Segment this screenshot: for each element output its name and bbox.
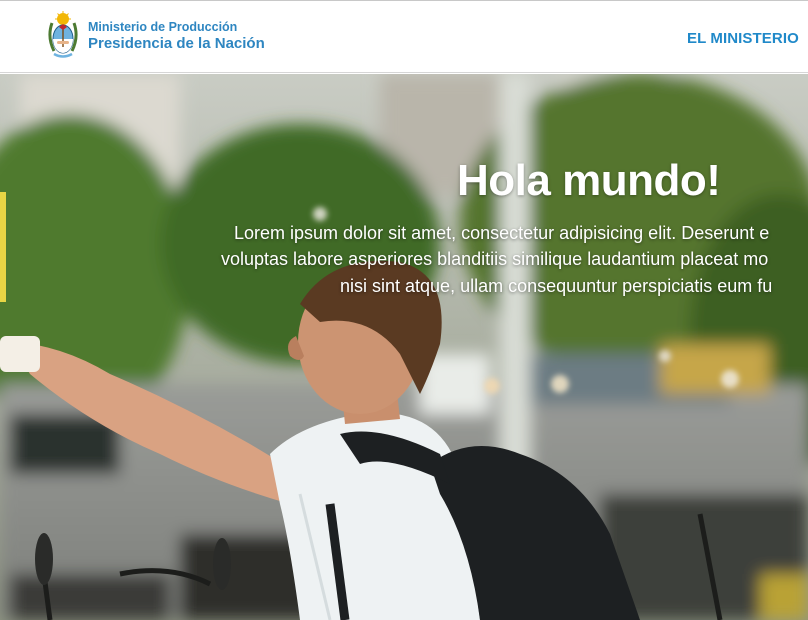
hero-description: Lorem ipsum dolor sit amet, consectetur … xyxy=(0,220,808,310)
brand-ministry-name: Ministerio de Producción xyxy=(88,19,238,34)
hero-description-line: Lorem ipsum dolor sit amet, consectetur … xyxy=(234,223,770,243)
nav-item-el-ministerio[interactable]: EL MINISTERIO xyxy=(687,30,799,47)
brand-logo-link[interactable]: Ministerio de Producción Presidencia de … xyxy=(46,11,265,59)
hero-description-line: nisi sint atque, ullam consequuntur pers… xyxy=(340,276,773,296)
hero-description-line: voluptas labore asperiores blanditiis si… xyxy=(221,249,769,269)
argentina-coat-of-arms-icon xyxy=(46,11,80,59)
hero-banner: Hola mundo! Lorem ipsum dolor sit amet, … xyxy=(0,74,808,620)
site-header: Ministerio de Producción Presidencia de … xyxy=(0,1,808,73)
hero-title: Hola mundo! xyxy=(457,156,721,205)
brand-presidency-name: Presidencia de la Nación xyxy=(88,35,265,53)
brand-text: Ministerio de Producción Presidencia de … xyxy=(88,19,265,52)
